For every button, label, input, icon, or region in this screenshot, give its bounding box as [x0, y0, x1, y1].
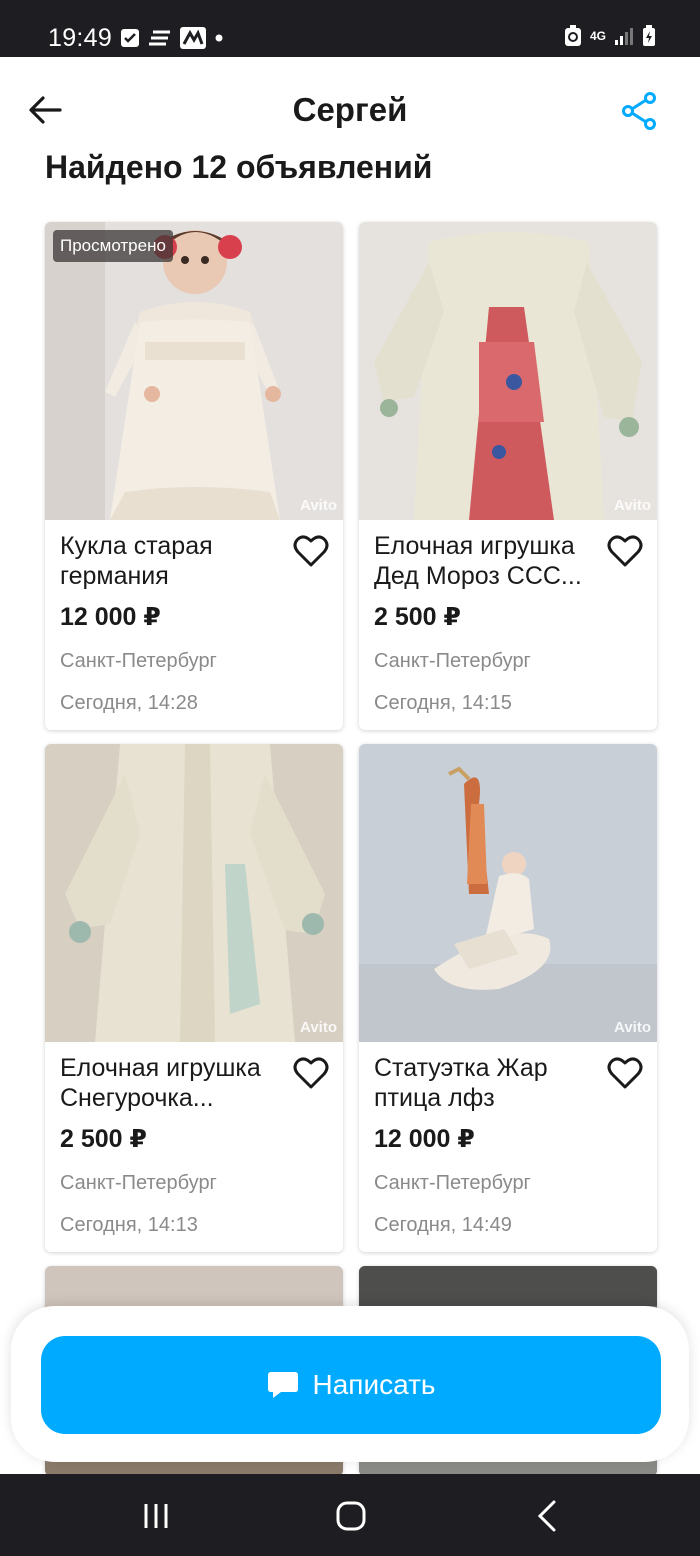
listing-city: Санкт-Петербург	[60, 650, 217, 672]
system-nav-bar	[0, 1474, 700, 1556]
avito-watermark: Avito	[614, 1019, 651, 1036]
data-saver-icon	[564, 25, 581, 46]
heart-icon[interactable]	[293, 1056, 329, 1090]
listing-photo-snegurochka[interactable]: Avito	[45, 744, 343, 1042]
listing-card[interactable]: Avito Елочная игрушка Дед Мороз ССС... 2…	[359, 222, 657, 730]
home-icon[interactable]	[331, 1496, 371, 1536]
status-notifications	[120, 27, 224, 49]
dot-icon	[215, 34, 223, 42]
avito-watermark: Avito	[300, 497, 337, 514]
check-notification-icon	[121, 29, 139, 47]
share-icon[interactable]	[620, 91, 660, 131]
heart-icon[interactable]	[293, 534, 329, 568]
listing-card[interactable]: Просмотрено Avito Кукла старая германия …	[45, 222, 343, 730]
listing-title[interactable]: Статуэтка Жар птица лфз	[374, 1053, 604, 1113]
listing-card[interactable]: Avito Елочная игрушка Снегурочка... 2 50…	[45, 744, 343, 1252]
battery-charging-icon	[643, 25, 655, 46]
listing-price: 2 500 ₽	[60, 1125, 147, 1153]
network-type: 4G	[589, 29, 606, 43]
listing-date: Сегодня, 14:49	[374, 1214, 512, 1236]
write-message-label: Написать	[312, 1369, 436, 1400]
recent-apps-icon[interactable]	[136, 1496, 176, 1536]
listing-city: Санкт-Петербург	[374, 1172, 531, 1194]
heart-icon[interactable]	[607, 534, 643, 568]
page-title: Сергей	[292, 91, 408, 128]
listing-price: 12 000 ₽	[60, 603, 161, 631]
signal-icon	[615, 28, 633, 45]
listing-date: Сегодня, 14:15	[374, 692, 512, 714]
listing-photo-doll[interactable]: Просмотрено Avito	[45, 222, 343, 520]
status-time: 19:49	[48, 24, 113, 52]
avito-watermark: Avito	[300, 1019, 337, 1036]
back-nav-icon[interactable]	[528, 1496, 568, 1536]
contact-action-sheet: Написать	[11, 1306, 689, 1462]
listing-date: Сегодня, 14:28	[60, 692, 198, 714]
listing-price: 2 500 ₽	[374, 603, 461, 631]
avito-watermark: Avito	[614, 497, 651, 514]
listing-photo-statuette[interactable]: Avito	[359, 744, 657, 1042]
app-header: Сергей	[0, 57, 700, 157]
listing-card[interactable]: Avito Статуэтка Жар птица лфз 12 000 ₽ С…	[359, 744, 657, 1252]
listing-city: Санкт-Петербург	[374, 650, 531, 672]
listing-title[interactable]: Кукла старая германия	[60, 531, 290, 591]
chat-bubble-icon	[267, 1372, 298, 1398]
listing-title[interactable]: Елочная игрушка Дед Мороз ССС...	[374, 531, 604, 591]
app-notification-icon	[180, 27, 206, 49]
listing-date: Сегодня, 14:13	[60, 1214, 198, 1236]
listing-city: Санкт-Петербург	[60, 1172, 217, 1194]
listing-photo-ded-moroz[interactable]: Avito	[359, 222, 657, 520]
lines-notification-icon	[149, 30, 170, 46]
viewed-badge: Просмотрено	[53, 230, 173, 262]
status-system-icons: 4G	[564, 25, 656, 47]
listing-title[interactable]: Елочная игрушка Снегурочка...	[60, 1053, 290, 1113]
listing-price: 12 000 ₽	[374, 1125, 475, 1153]
results-count-heading: Найдено 12 объявлений	[45, 150, 433, 185]
status-bar: 19:49 4G	[0, 0, 700, 57]
write-message-button[interactable]: Написать	[41, 1336, 661, 1434]
heart-icon[interactable]	[607, 1056, 643, 1090]
